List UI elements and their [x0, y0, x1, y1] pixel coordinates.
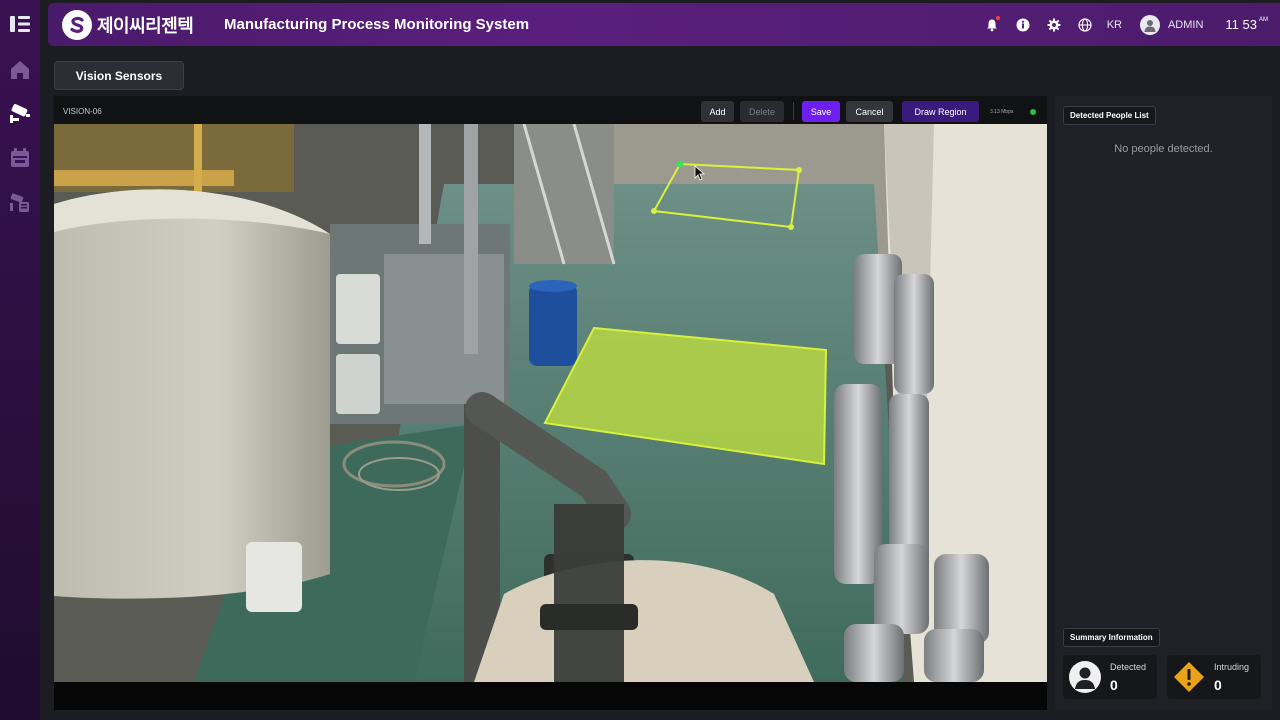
clock: 11 53 AM — [1225, 17, 1268, 32]
gear-icon — [1047, 18, 1061, 31]
sidebar — [0, 0, 40, 720]
detected-people-title: Detected People List — [1063, 106, 1156, 125]
region-vertex-handle[interactable] — [676, 160, 684, 168]
cancel-button[interactable]: Cancel — [846, 101, 893, 122]
video-toolbar: VISION-06 Add Delete Save Cancel Draw Re… — [54, 96, 1047, 124]
camera-settings-icon — [10, 193, 29, 212]
globe-icon — [1078, 17, 1092, 32]
clock-time: 11 53 — [1225, 17, 1257, 32]
intruding-label: Intruding — [1214, 662, 1250, 672]
intruding-count: 0 — [1214, 677, 1222, 693]
sidebar-item-home[interactable] — [0, 48, 40, 92]
settings-button[interactable] — [1039, 3, 1070, 46]
sidebar-item-schedule[interactable] — [0, 136, 40, 180]
summary-title: Summary Information — [1063, 628, 1160, 647]
company-logo[interactable]: 제이씨리젠텍 — [62, 10, 194, 40]
video-bottom-bar — [54, 682, 1047, 710]
person-icon — [1069, 661, 1101, 693]
detected-count: 0 — [1110, 677, 1118, 693]
intruding-card: Intruding 0 — [1167, 655, 1261, 699]
camera-feed[interactable] — [54, 124, 1047, 682]
logo-text: 제이씨리젠텍 — [97, 16, 194, 37]
app-title: Manufacturing Process Monitoring System — [224, 16, 530, 33]
region-vertex-handle[interactable] — [796, 167, 802, 173]
language-button[interactable] — [1070, 3, 1101, 46]
calendar-icon — [11, 148, 29, 167]
menu-icon — [10, 16, 30, 32]
top-header: 제이씨리젠텍 Manufacturing Process Monitoring … — [48, 3, 1280, 46]
language-label[interactable]: KR — [1107, 19, 1122, 31]
detected-label: Detected — [1110, 662, 1147, 672]
region-vertex-handle[interactable] — [788, 224, 794, 230]
user-icon — [1144, 19, 1156, 32]
notification-badge — [995, 16, 1000, 20]
camera-id: VISION-06 — [63, 107, 102, 116]
info-button[interactable] — [1008, 3, 1039, 46]
detected-card: Detected 0 — [1063, 655, 1157, 699]
home-icon — [11, 61, 29, 79]
notifications-button[interactable] — [977, 3, 1008, 46]
warning-icon — [1174, 662, 1204, 692]
clock-ampm: AM — [1259, 17, 1268, 23]
user-avatar[interactable] — [1139, 14, 1160, 35]
add-button[interactable]: Add — [701, 101, 734, 122]
sidebar-menu-button[interactable] — [0, 0, 40, 48]
bitrate-label: 3.13 Mbps — [990, 109, 1014, 115]
save-button[interactable]: Save — [802, 101, 840, 122]
draw-region-button[interactable]: Draw Region — [902, 101, 979, 122]
sidebar-item-camera-settings[interactable] — [0, 180, 40, 224]
region-vertex-handle[interactable] — [651, 208, 657, 214]
video-panel: VISION-06 Add Delete Save Cancel Draw Re… — [54, 96, 1047, 710]
logo-mark-icon — [62, 10, 92, 40]
tab-vision-sensors[interactable]: Vision Sensors — [54, 61, 184, 90]
toolbar-divider — [793, 102, 794, 120]
sidebar-item-vision-sensors[interactable] — [0, 92, 40, 136]
live-status-indicator — [1030, 109, 1036, 115]
delete-button[interactable]: Delete — [740, 101, 784, 122]
info-icon — [1016, 18, 1030, 31]
empty-message: No people detected. — [1114, 143, 1213, 155]
cctv-camera-icon — [10, 104, 30, 123]
username[interactable]: ADMIN — [1168, 19, 1203, 31]
right-panel: Detected People List No people detected.… — [1055, 96, 1272, 710]
